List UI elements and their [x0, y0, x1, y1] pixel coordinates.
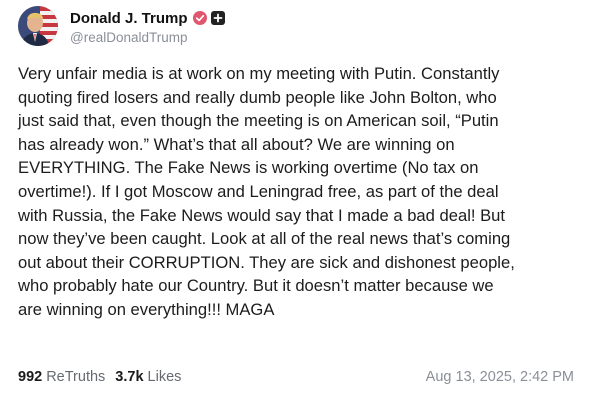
post-body-line: now they’ve been caught. Look at all of … — [18, 229, 511, 249]
user-avatar-icon — [18, 6, 58, 46]
post-stats: 992 ReTruths 3.7k Likes — [18, 369, 181, 385]
verified-badge-icon — [192, 11, 207, 25]
post-body-line: just said that, even though the meeting … — [18, 111, 499, 131]
author-display-name[interactable]: Donald J. Trump — [70, 10, 188, 27]
post-body-line: has already won.” What’s that all about?… — [18, 134, 455, 154]
post-body-line: with Russia, the Fake News would say tha… — [18, 205, 506, 225]
avatar[interactable] — [18, 6, 58, 46]
likes-label: Likes — [147, 369, 182, 385]
post-body-line: quoting fired losers and really dumb peo… — [18, 87, 497, 107]
likes-count: 3.7k — [115, 369, 144, 385]
post-timestamp[interactable]: Aug 13, 2025, 2:42 PM — [426, 369, 574, 385]
post-body-line: EVERYTHING. The Fake News is working ove… — [18, 158, 479, 178]
retruths-count: 992 — [18, 369, 43, 385]
post-body-line: are winning on everything!!! MAGA — [18, 299, 275, 319]
author-handle[interactable]: @realDonaldTrump — [70, 30, 188, 45]
post-body-line: out about their CORRUPTION. They are sic… — [18, 252, 515, 272]
post-card: Donald J. Trump @realDonaldTrump Very un… — [0, 0, 592, 400]
retruths-label: ReTruths — [46, 369, 106, 385]
post-body-line: Very unfair media is at work on my meeti… — [18, 64, 500, 83]
retruths-stat[interactable]: 992 ReTruths — [18, 369, 105, 385]
author-row: Donald J. Trump — [70, 8, 225, 28]
post-body: Very unfair media is at work on my meeti… — [18, 62, 584, 322]
plus-badge-icon — [210, 11, 225, 25]
post-body-line: overtime!). If I got Moscow and Leningra… — [18, 181, 499, 201]
likes-stat[interactable]: 3.7k Likes — [115, 369, 181, 385]
post-body-line: who probably hate our Country. But it do… — [18, 276, 494, 296]
